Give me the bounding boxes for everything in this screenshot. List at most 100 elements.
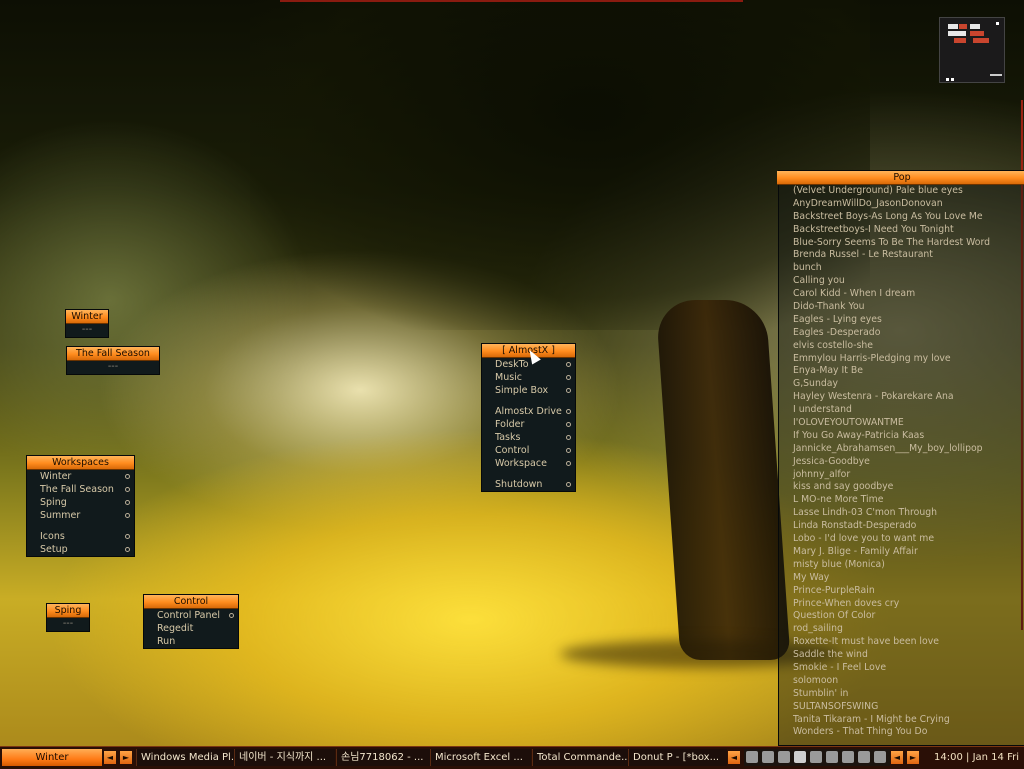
root-item-almostx-drive[interactable]: Almostx Drive bbox=[482, 405, 575, 418]
playlist-item[interactable]: Carol Kidd - When I dream bbox=[779, 288, 1024, 301]
playlist-item[interactable]: Eagles -Desperado bbox=[779, 327, 1024, 340]
bullet-icon bbox=[566, 461, 571, 466]
playlist-item[interactable]: Wonders - That Thing You Do bbox=[779, 726, 1024, 739]
bullet-icon bbox=[566, 422, 571, 427]
playlist-item[interactable]: elvis costello-she bbox=[779, 340, 1024, 353]
root-item-shutdown[interactable]: Shutdown bbox=[482, 478, 575, 491]
menu-title[interactable]: Control bbox=[144, 595, 238, 609]
workspace-prev-icon[interactable]: ◄ bbox=[104, 751, 116, 764]
root-item-control[interactable]: Control bbox=[482, 444, 575, 457]
tray-icon[interactable] bbox=[794, 751, 806, 763]
bullet-icon bbox=[566, 409, 571, 414]
playlist-item[interactable]: L MO-ne More Time bbox=[779, 494, 1024, 507]
playlist-item[interactable]: I understand bbox=[779, 404, 1024, 417]
task-button[interactable]: 네이버 - 지식까지 ... bbox=[234, 749, 335, 766]
playlist-item[interactable]: Lobo - I'd love you to want me bbox=[779, 533, 1024, 546]
playlist-item[interactable]: Roxette-It must have been love bbox=[779, 636, 1024, 649]
pager-dot bbox=[996, 22, 999, 25]
root-item-tasks[interactable]: Tasks bbox=[482, 431, 575, 444]
playlist-item[interactable]: johnny_alfor bbox=[779, 469, 1024, 482]
playlist-item[interactable]: kiss and say goodbye bbox=[779, 481, 1024, 494]
playlist-item[interactable]: Calling you bbox=[779, 275, 1024, 288]
tasks-scroll-icon[interactable]: ◄ bbox=[728, 751, 740, 764]
playlist-item[interactable]: Brenda Russel - Le Restaurant bbox=[779, 249, 1024, 262]
tray-prev-icon[interactable]: ◄ bbox=[891, 751, 903, 764]
workspace-item-fall[interactable]: The Fall Season bbox=[27, 483, 134, 496]
playlist-item[interactable]: Eagles - Lying eyes bbox=[779, 314, 1024, 327]
playlist-item[interactable]: Blue-Sorry Seems To Be The Hardest Word bbox=[779, 237, 1024, 250]
workspace-item-winter[interactable]: Winter bbox=[27, 470, 134, 483]
tray-icon[interactable] bbox=[810, 751, 822, 763]
clock[interactable]: 14:00 | Jan 14 Fri bbox=[922, 749, 1022, 766]
playlist-item[interactable]: Prince-When doves cry bbox=[779, 598, 1024, 611]
playlist-item[interactable]: If You Go Away-Patricia Kaas bbox=[779, 430, 1024, 443]
menu-empty: --- bbox=[81, 324, 93, 335]
playlist-item[interactable]: Stumblin' in bbox=[779, 688, 1024, 701]
tray-icon[interactable] bbox=[746, 751, 758, 763]
workspace-pager-icon[interactable] bbox=[939, 17, 1005, 83]
menu-empty: --- bbox=[62, 618, 74, 629]
playlist-item[interactable]: Smokie - I Feel Love bbox=[779, 662, 1024, 675]
menu-title[interactable]: The Fall Season bbox=[67, 347, 159, 361]
pager-cell bbox=[948, 31, 966, 36]
tray-icon[interactable] bbox=[874, 751, 886, 763]
root-item-workspace[interactable]: Workspace bbox=[482, 457, 575, 470]
workspace-item-sping[interactable]: Sping bbox=[27, 496, 134, 509]
root-item-simple-box[interactable]: Simple Box bbox=[482, 384, 575, 397]
task-button[interactable]: Total Commande... bbox=[532, 749, 629, 766]
playlist-item[interactable]: Backstreetboys-I Need You Tonight bbox=[779, 224, 1024, 237]
menu-title[interactable]: Sping bbox=[47, 604, 89, 618]
menu-title[interactable]: Workspaces bbox=[27, 456, 134, 470]
tray-icon[interactable] bbox=[778, 751, 790, 763]
playlist-item[interactable]: misty blue (Monica) bbox=[779, 559, 1024, 572]
playlist-item[interactable]: Saddle the wind bbox=[779, 649, 1024, 662]
workspace-item-icons[interactable]: Icons bbox=[27, 530, 134, 543]
playlist-item[interactable]: Jessica-Goodbye bbox=[779, 456, 1024, 469]
playlist-item[interactable]: rod_sailing bbox=[779, 623, 1024, 636]
playlist-item[interactable]: solomoon bbox=[779, 675, 1024, 688]
menu-title[interactable]: Pop bbox=[777, 171, 1024, 185]
playlist-item[interactable]: Linda Ronstadt-Desperado bbox=[779, 520, 1024, 533]
task-button[interactable]: 손님7718062 - ... bbox=[336, 749, 433, 766]
root-item-music[interactable]: Music bbox=[482, 371, 575, 384]
bullet-icon bbox=[125, 500, 130, 505]
control-item-regedit[interactable]: Regedit bbox=[144, 622, 238, 635]
playlist-item[interactable]: SULTANSOFSWING bbox=[779, 701, 1024, 714]
playlist-item[interactable]: bunch bbox=[779, 262, 1024, 275]
playlist-item[interactable]: Jannicke_Abrahamsen___My_boy_lollipop bbox=[779, 443, 1024, 456]
workspace-next-icon[interactable]: ► bbox=[120, 751, 132, 764]
playlist-item[interactable]: Hayley Westenra - Pokarekare Ana bbox=[779, 391, 1024, 404]
playlist-item[interactable]: Question Of Color bbox=[779, 610, 1024, 623]
tray-icon[interactable] bbox=[762, 751, 774, 763]
playlist-item[interactable]: Prince-PurpleRain bbox=[779, 585, 1024, 598]
task-button[interactable]: Microsoft Excel ... bbox=[430, 749, 531, 766]
playlist-item[interactable]: AnyDreamWillDo_JasonDonovan bbox=[779, 198, 1024, 211]
playlist-item[interactable]: Emmylou Harris-Pledging my love bbox=[779, 353, 1024, 366]
playlist-item[interactable]: Enya-May It Be bbox=[779, 365, 1024, 378]
playlist-item[interactable]: G,Sunday bbox=[779, 378, 1024, 391]
task-button[interactable]: Windows Media Pl... bbox=[136, 749, 237, 766]
menu-title[interactable]: Winter bbox=[66, 310, 108, 324]
tray-icon[interactable] bbox=[826, 751, 838, 763]
current-workspace-label[interactable]: Winter bbox=[2, 749, 102, 766]
playlist-item[interactable]: Mary J. Blige - Family Affair bbox=[779, 546, 1024, 559]
playlist-item[interactable]: My Way bbox=[779, 572, 1024, 585]
pager-cell bbox=[948, 24, 958, 29]
root-item-folder[interactable]: Folder bbox=[482, 418, 575, 431]
playlist-item[interactable]: Dido-Thank You bbox=[779, 301, 1024, 314]
playlist-item[interactable]: Tanita Tikaram - I Might be Crying bbox=[779, 714, 1024, 727]
task-button[interactable]: Donut P - [*box... bbox=[628, 749, 727, 766]
workspace-item-summer[interactable]: Summer bbox=[27, 509, 134, 522]
tray-icon[interactable] bbox=[842, 751, 854, 763]
playlist-item[interactable]: (Velvet Underground) Pale blue eyes bbox=[779, 185, 1024, 198]
playlist-item[interactable]: Backstreet Boys-As Long As You Love Me bbox=[779, 211, 1024, 224]
control-item-run[interactable]: Run bbox=[144, 635, 238, 648]
tray-next-icon[interactable]: ► bbox=[907, 751, 919, 764]
playlist-item[interactable]: I'OLOVEYOUTOWANTME bbox=[779, 417, 1024, 430]
tray-icon[interactable] bbox=[858, 751, 870, 763]
workspace-item-setup[interactable]: Setup bbox=[27, 543, 134, 556]
playlist-item[interactable]: Lasse Lindh-03 C'mon Through bbox=[779, 507, 1024, 520]
item-label: Tasks bbox=[495, 432, 521, 443]
control-item-control-panel[interactable]: Control Panel bbox=[144, 609, 238, 622]
bullet-icon bbox=[229, 613, 234, 618]
